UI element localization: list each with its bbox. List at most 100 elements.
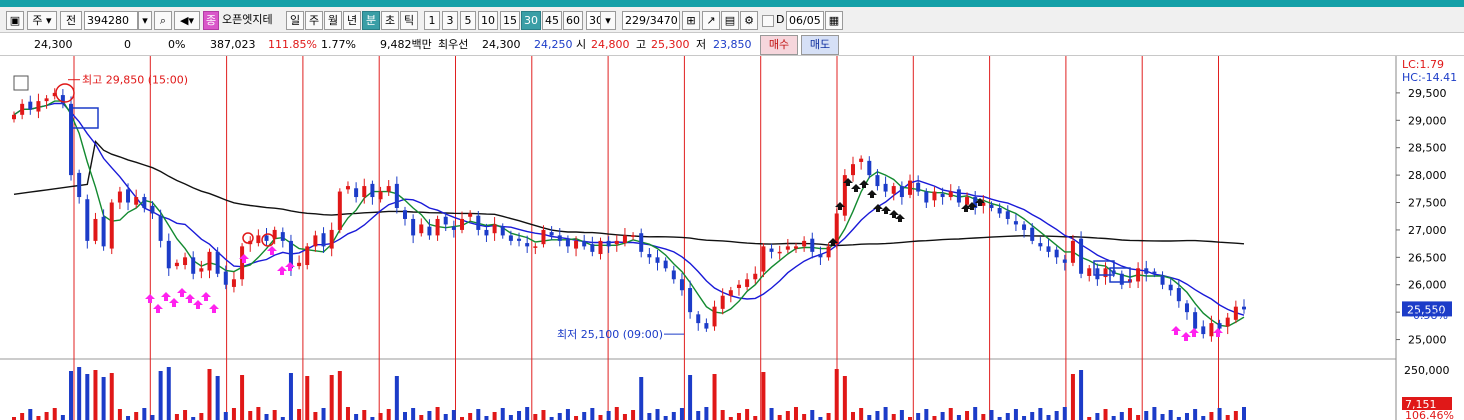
window-icon[interactable]: ▣ (6, 11, 24, 30)
candle-body (1046, 246, 1051, 252)
tab-tick[interactable]: 틱 (400, 11, 418, 30)
volume-bar (696, 411, 701, 420)
interval-1[interactable]: 1 (424, 11, 440, 30)
save-icon[interactable]: ▤ (721, 11, 739, 30)
candle-body (1054, 249, 1059, 258)
candle-body (761, 246, 766, 272)
high-price: 25,300 (651, 38, 690, 51)
candle-body (297, 262, 302, 267)
sell-button[interactable]: 매도 (801, 35, 839, 55)
candle-body (451, 226, 456, 230)
calendar-icon[interactable]: ▦ (825, 11, 843, 30)
chevron-down-icon[interactable]: ▾ (138, 11, 152, 30)
mode-label: 주 (32, 14, 43, 27)
candle-body (1079, 238, 1084, 274)
speaker-icon[interactable]: ◀▾ (174, 11, 200, 30)
volume-bar (745, 409, 750, 420)
interval-15[interactable]: 15 (500, 11, 520, 30)
open-label: 시 (576, 38, 587, 51)
date-input[interactable]: 06/05 (786, 11, 824, 30)
interval-45[interactable]: 45 (542, 11, 562, 30)
volume-bar (932, 416, 937, 420)
count-field[interactable]: 229/3470 (622, 11, 680, 30)
volume-bar (989, 410, 994, 420)
buy-button[interactable]: 매수 (760, 35, 798, 55)
volume-bar (44, 412, 49, 420)
chart-toolbar: ▣ 주 ▾ 전 394280 ▾ ⌕ ◀▾ 종 오픈엣지테 일 주 월 년 분 … (0, 7, 1464, 33)
tab-year[interactable]: 년 (343, 11, 361, 30)
search-icon[interactable]: ⌕ (154, 11, 172, 30)
volume-bar (720, 410, 725, 420)
candle-body (20, 103, 25, 115)
candle-body (712, 306, 717, 327)
chart-area[interactable]: 29,500 29,000 28,500 28,000 27,500 27,000 26,5… (0, 56, 1464, 420)
interval-3[interactable]: 3 (442, 11, 458, 30)
interval-30[interactable]: 30 (521, 11, 541, 30)
candle-body (1242, 306, 1246, 310)
volume-bar (158, 371, 163, 420)
tab-day[interactable]: 일 (286, 11, 304, 30)
volume-bar (1070, 374, 1075, 420)
candle-body (174, 262, 179, 267)
date-checkbox[interactable] (762, 15, 774, 27)
volume-bar (1079, 370, 1084, 420)
candle-body (753, 273, 758, 280)
legend-hc: HC:-14.41 (1402, 71, 1457, 84)
candle-body (199, 268, 204, 272)
tab-minute[interactable]: 분 (362, 11, 380, 30)
candle-body (1209, 323, 1214, 337)
volume-bar (769, 408, 774, 420)
candle-body (411, 218, 416, 236)
stock-code-input[interactable]: 394280 (84, 11, 138, 30)
tab-week[interactable]: 주 (305, 11, 323, 30)
candle-body (932, 191, 937, 201)
candle-body (1201, 326, 1206, 335)
interval-10[interactable]: 10 (478, 11, 498, 30)
candle-body (810, 238, 815, 252)
volume-bar (20, 413, 25, 420)
legend-lc: LC:1.79 (1402, 58, 1444, 71)
volume-bar (525, 407, 530, 420)
volume-bar (557, 413, 562, 420)
interval-5[interactable]: 5 (460, 11, 476, 30)
y-tick-label: 28,500 (1408, 142, 1447, 155)
candle-body (77, 172, 82, 198)
candle-body (679, 279, 684, 291)
gear-icon[interactable]: ⚙ (740, 11, 758, 30)
candle-body (386, 186, 391, 192)
candle-body (329, 229, 334, 249)
trend-icon[interactable]: ↗ (702, 11, 720, 30)
chart-background (0, 56, 1464, 420)
candle-body (468, 213, 473, 217)
candle-body (1005, 211, 1010, 219)
candle-body (36, 101, 41, 112)
candle-body (1184, 303, 1189, 313)
current-change-label: -0.58% (1409, 309, 1448, 322)
volume-bar (924, 409, 929, 420)
candle-body (663, 260, 668, 269)
volume-bar (142, 408, 147, 420)
volume-bar (52, 408, 57, 420)
interval-60[interactable]: 60 (563, 11, 583, 30)
candle-body (460, 218, 465, 230)
tab-month[interactable]: 월 (324, 11, 342, 30)
table-icon[interactable] (13, 75, 29, 91)
tab-second[interactable]: 초 (381, 11, 399, 30)
candle-body (1013, 221, 1018, 225)
volume-axis-label: 250,000 (1404, 364, 1450, 377)
high-label: 고 (636, 38, 647, 51)
candle-body (402, 210, 407, 219)
mode-select[interactable]: 주 ▾ (27, 11, 57, 30)
volume-bar (231, 408, 236, 420)
candle-body (826, 246, 831, 258)
chart-type-icon[interactable]: ⊞ (682, 11, 700, 30)
candle-body (427, 226, 432, 236)
chevron-down-icon[interactable]: ▾ (600, 11, 616, 30)
volume-bar (1136, 415, 1141, 420)
candle-body (940, 193, 945, 198)
volume-bar (517, 411, 522, 420)
code-type-button[interactable]: 전 (60, 11, 82, 30)
volume-bar (183, 410, 188, 420)
price-chart[interactable]: 29,500 29,000 28,500 28,000 27,500 27,000 26,5… (0, 56, 1464, 420)
volume-bar (688, 375, 693, 420)
